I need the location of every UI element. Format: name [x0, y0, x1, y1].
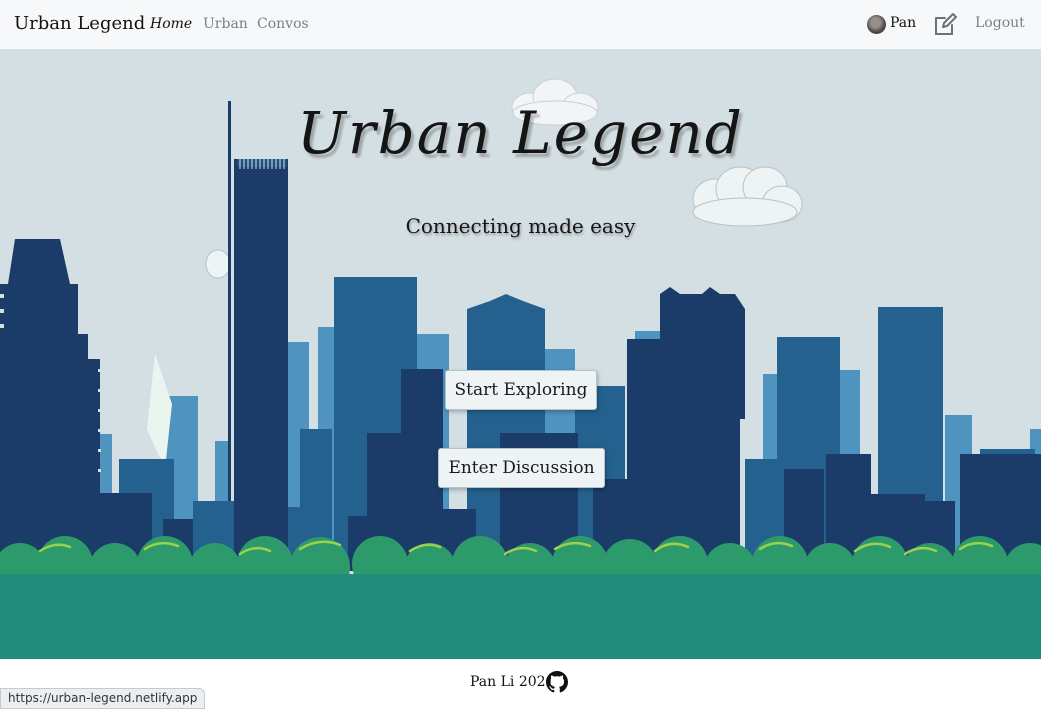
nav-home-link[interactable]: Home: [150, 16, 192, 32]
browser-status-url: https://urban-legend.netlify.app: [0, 688, 206, 709]
nav-urban-link[interactable]: Urban: [203, 16, 248, 32]
navbar: Urban Legend Home Urban Convos Pan Logou…: [0, 0, 1041, 49]
logout-link[interactable]: Logout: [975, 15, 1025, 31]
hero-tagline: Connecting made easy: [405, 214, 636, 238]
nav-convos-link[interactable]: Convos: [257, 16, 309, 32]
enter-discussion-button[interactable]: Enter Discussion: [438, 448, 605, 488]
brand-link[interactable]: Urban Legend: [14, 13, 145, 34]
user-name-link[interactable]: Pan: [890, 15, 916, 31]
edit-icon[interactable]: [932, 12, 958, 38]
user-avatar[interactable]: [867, 15, 886, 34]
github-icon[interactable]: [546, 671, 568, 693]
start-exploring-button[interactable]: Start Exploring: [445, 370, 597, 410]
footer-credit: Pan Li 2021: [470, 674, 555, 690]
hero-banner: Urban Legend Connecting made easy Start …: [0, 49, 1041, 659]
hero-title: Urban Legend: [297, 99, 744, 167]
